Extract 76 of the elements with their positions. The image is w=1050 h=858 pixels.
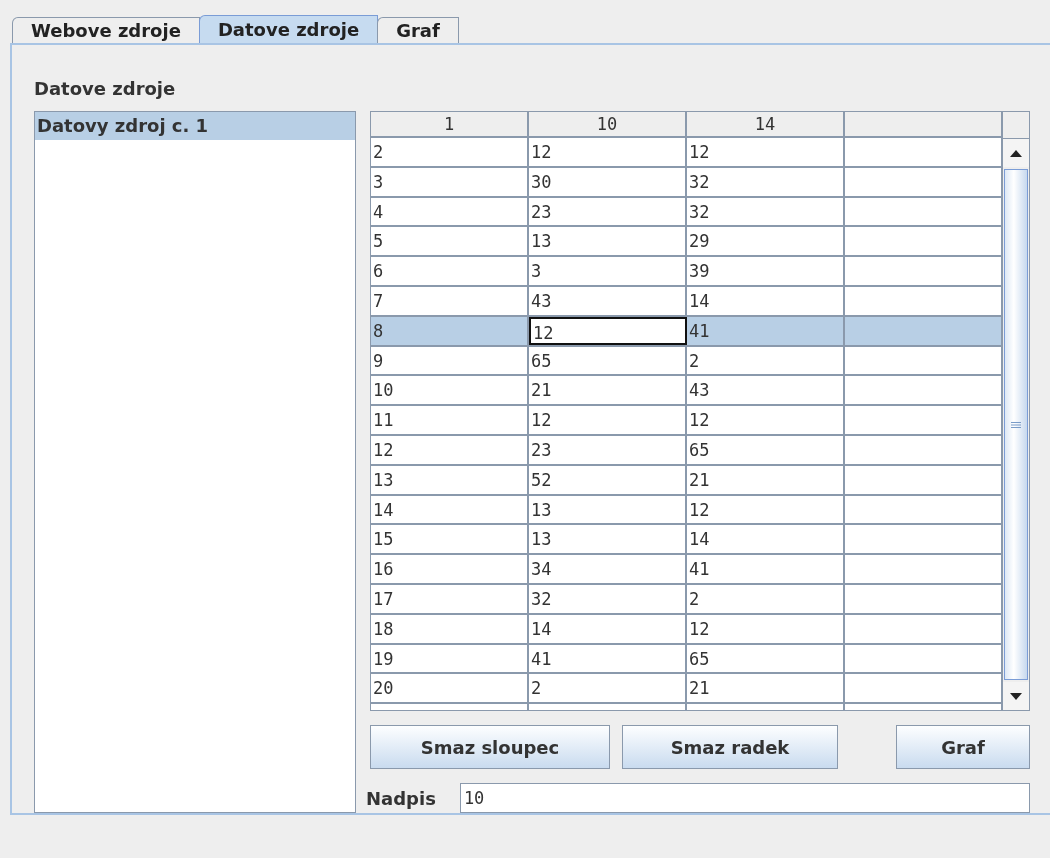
column-header[interactable]: 1 <box>371 112 529 136</box>
table-cell[interactable]: 9 <box>371 346 529 375</box>
table-cell[interactable]: 34 <box>529 555 687 583</box>
grip-icon <box>1011 421 1021 428</box>
scroll-thumb[interactable] <box>1004 169 1028 680</box>
table-cell[interactable]: 52 <box>529 465 687 494</box>
table-cell[interactable]: 16 <box>371 555 529 583</box>
table-cell[interactable]: 7 <box>371 287 529 315</box>
table-cell[interactable]: 23 <box>529 435 687 464</box>
tab[interactable]: Graf <box>377 17 459 43</box>
table-cell[interactable]: 2 <box>687 584 845 613</box>
table-cell[interactable]: 4 <box>371 197 529 226</box>
table-cell[interactable]: 14 <box>529 614 687 643</box>
table-cell[interactable]: 17 <box>371 584 529 613</box>
table-cell[interactable]: 12 <box>687 406 845 434</box>
table-cell[interactable]: 13 <box>529 495 687 524</box>
table-cell[interactable]: 15 <box>371 525 529 554</box>
field-label: Nadpis <box>366 787 436 809</box>
table-cell[interactable]: 41 <box>687 555 845 583</box>
table-cell[interactable]: 65 <box>687 435 845 464</box>
table-cell[interactable]: 12 <box>529 316 687 345</box>
table-cell[interactable]: 14 <box>687 287 845 315</box>
table-cell[interactable]: 13 <box>529 227 687 256</box>
action-button[interactable]: Smaz radek <box>622 725 838 769</box>
scrollbar[interactable] <box>1001 112 1029 710</box>
table-cell[interactable]: 12 <box>687 138 845 166</box>
table-cell[interactable]: 3 <box>371 167 529 196</box>
table-cell[interactable]: 18 <box>371 614 529 643</box>
table-cell[interactable]: 21 <box>687 674 845 703</box>
table-cell[interactable]: 12 <box>371 435 529 464</box>
table-cell[interactable]: 13 <box>529 525 687 554</box>
table-cell[interactable]: 11 <box>371 406 529 434</box>
table-cell[interactable]: 30 <box>529 167 687 196</box>
up-arrow-icon <box>1010 149 1022 157</box>
action-button[interactable]: Graf <box>896 725 1030 769</box>
table-cell[interactable]: 21 <box>529 376 687 405</box>
down-arrow-icon <box>1010 692 1022 700</box>
table-cell[interactable]: 65 <box>529 346 687 375</box>
table-cell[interactable]: 12 <box>529 406 687 434</box>
table-cell[interactable]: 32 <box>687 197 845 226</box>
tab[interactable]: Datove zdroje <box>198 15 379 43</box>
table-cell[interactable]: 12 <box>687 495 845 524</box>
table-cell[interactable]: 5 <box>371 227 529 256</box>
table-cell[interactable]: 19 <box>371 644 529 673</box>
table-cell[interactable]: 14 <box>371 495 529 524</box>
caption-field[interactable]: 10 <box>459 783 1030 813</box>
table-cell[interactable]: 20 <box>371 674 529 703</box>
table-cell[interactable]: 41 <box>687 316 845 345</box>
table-cell[interactable]: 32 <box>529 584 687 613</box>
table-cell[interactable]: 23 <box>529 197 687 226</box>
scroll-up-button[interactable] <box>1003 139 1029 167</box>
table-cell[interactable]: 6 <box>371 257 529 285</box>
section-title: Datove zdroje <box>34 77 177 101</box>
table-cell[interactable]: 43 <box>687 376 845 405</box>
source-list-item[interactable]: Datovy zdroj c. 1 <box>35 112 355 140</box>
tab[interactable]: Webove zdroje <box>12 17 200 43</box>
table-cell[interactable]: 14 <box>687 525 845 554</box>
table-cell[interactable]: 29 <box>687 227 845 256</box>
table-cell[interactable]: 2 <box>687 346 845 375</box>
scroll-down-button[interactable] <box>1003 682 1029 710</box>
table-cell[interactable]: 10 <box>371 376 529 405</box>
action-button[interactable]: Smaz sloupec <box>370 725 610 769</box>
table-cell[interactable]: 41 <box>529 644 687 673</box>
table-cell[interactable]: 12 <box>529 138 687 166</box>
column-header[interactable]: 10 <box>529 112 687 136</box>
table-cell[interactable]: 65 <box>687 644 845 673</box>
table-cell[interactable]: 2 <box>371 138 529 166</box>
table-cell[interactable]: 39 <box>687 257 845 285</box>
table-cell[interactable]: 2 <box>529 674 687 703</box>
table-cell[interactable]: 21 <box>687 465 845 494</box>
table-cell[interactable]: 13 <box>371 465 529 494</box>
table-cell[interactable]: 32 <box>687 167 845 196</box>
table-cell[interactable]: 12 <box>687 614 845 643</box>
table-cell[interactable]: 3 <box>529 257 687 285</box>
column-header[interactable]: 14 <box>687 112 845 136</box>
table-cell[interactable]: 43 <box>529 287 687 315</box>
